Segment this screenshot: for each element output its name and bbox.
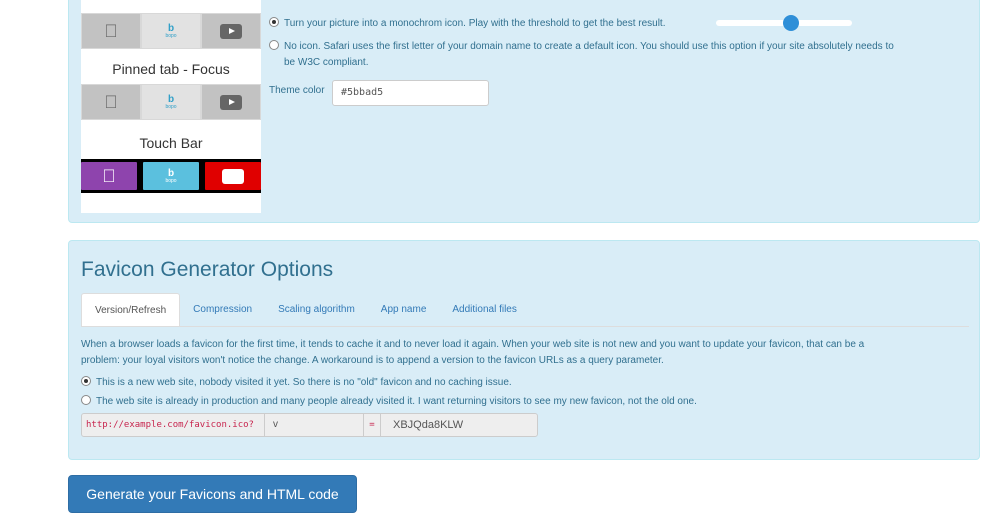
brand-tile: b bopo — [143, 162, 199, 190]
pinned-tab-row:  bbopo — [81, 13, 261, 49]
apple-icon:  — [104, 22, 118, 40]
theme-color-input[interactable]: #5bbad5 — [332, 80, 489, 106]
youtube-tile — [205, 162, 261, 190]
play-icon — [222, 168, 244, 184]
tab-scaling-algorithm[interactable]: Scaling algorithm — [265, 293, 368, 327]
brand-tile: b bopo — [141, 84, 201, 120]
safari-pinned-tab-panel:  bbopo Pinned tab - Focus  bbopo Touch… — [68, 0, 980, 223]
youtube-tile — [201, 13, 261, 49]
touch-bar-caption: Touch Bar — [139, 135, 203, 151]
play-icon — [220, 23, 242, 39]
brand-tile: b bopo — [141, 13, 201, 49]
apple-icon:  — [104, 93, 118, 111]
brand-icon: b bopo — [165, 167, 177, 184]
option-new-site[interactable]: This is a new web site, nobody visited i… — [81, 375, 512, 391]
theme-color-label: Theme color — [269, 85, 325, 96]
version-code-input[interactable]: XBJQda8KLW — [380, 413, 538, 437]
options-tabs: Version/Refresh Compression Scaling algo… — [81, 293, 530, 327]
option-no-icon[interactable]: No icon. Safari uses the first letter of… — [269, 39, 894, 55]
generate-favicons-button[interactable]: Generate your Favicons and HTML code — [68, 475, 357, 513]
favicon-generator-options-panel: Favicon Generator Options Version/Refres… — [68, 240, 980, 460]
favicon-url-prefix: http://example.com/favicon.ico? — [81, 413, 265, 437]
option-no-icon-continued: be W3C compliant. — [284, 57, 369, 68]
touch-bar-row:  bbopo — [81, 159, 261, 193]
brand-icon: b bopo — [165, 22, 177, 39]
radio-checked-icon[interactable] — [269, 17, 279, 27]
tab-app-name[interactable]: App name — [368, 293, 440, 327]
tab-version-refresh[interactable]: Version/Refresh — [81, 293, 181, 327]
option-monochrome[interactable]: Turn your picture into a monochrom icon.… — [269, 16, 666, 32]
version-param-name-input[interactable]: v — [264, 413, 364, 437]
apple-icon:  — [102, 167, 116, 185]
equals-sign: = — [363, 413, 381, 437]
section-title: Favicon Generator Options — [81, 258, 334, 281]
play-icon — [220, 94, 242, 110]
tab-compression[interactable]: Compression — [180, 293, 265, 327]
pinned-tab-focus-row:  bbopo — [81, 84, 261, 120]
threshold-slider-handle[interactable] — [782, 15, 799, 31]
apple-tile:  — [81, 13, 141, 49]
radio-checked-icon[interactable] — [81, 376, 91, 386]
icon-preview:  bbopo Pinned tab - Focus  bbopo Touch… — [81, 0, 261, 213]
version-description: When a browser loads a favicon for the f… — [81, 339, 865, 366]
apple-tile:  — [81, 162, 137, 190]
radio-unchecked-icon[interactable] — [269, 40, 279, 50]
tab-additional-files[interactable]: Additional files — [439, 293, 529, 327]
radio-unchecked-icon[interactable] — [81, 395, 91, 405]
youtube-tile — [201, 84, 261, 120]
tabs-divider — [81, 326, 969, 327]
pinned-tab-caption: Pinned tab - Focus — [112, 61, 230, 77]
apple-tile:  — [81, 84, 141, 120]
brand-icon: b bopo — [165, 93, 177, 110]
option-production-site[interactable]: The web site is already in production an… — [81, 394, 697, 410]
